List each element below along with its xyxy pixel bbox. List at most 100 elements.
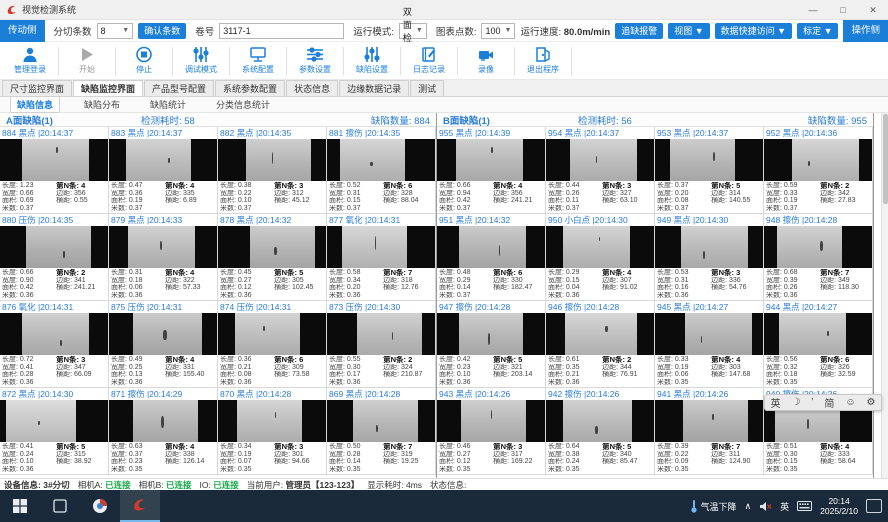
tab-defect-monitor[interactable]: 缺陷监控界面 <box>73 80 143 96</box>
tray-expand-chevron[interactable]: ∧ <box>745 501 752 512</box>
defect-thumbnail[interactable] <box>218 313 326 356</box>
subtab-defect-distribution[interactable]: 缺陷分布 <box>78 97 126 112</box>
admin-login-button[interactable]: 管理登录 <box>4 43 56 79</box>
start-button[interactable] <box>0 490 40 522</box>
defect-thumbnail[interactable] <box>546 400 654 443</box>
defect-thumbnail[interactable] <box>655 226 763 269</box>
taskbar-clock[interactable]: 20:142025/2/10 <box>820 496 858 516</box>
subtab-defect-info[interactable]: 缺陷信息 <box>10 96 60 113</box>
defect-thumbnail[interactable] <box>109 313 217 356</box>
tab-product-model-config[interactable]: 产品型号配置 <box>144 80 214 96</box>
defect-cell[interactable]: 873 压伤 |20:14:30 长度: 0.55 宽度: 0.30 面积: 0… <box>327 301 436 388</box>
defect-thumbnail[interactable] <box>0 226 108 269</box>
defect-cell[interactable]: 955 黑点 |20:14:39 长度: 0.66 宽度: 0.94 面积: 0… <box>437 127 546 214</box>
defect-cell[interactable]: 953 黑点 |20:14:37 长度: 0.37 宽度: 0.20 面积: 0… <box>655 127 764 214</box>
defect-cell[interactable]: 946 擦伤 |20:14:28 长度: 0.61 宽度: 0.35 面积: 0… <box>546 301 655 388</box>
defect-cell[interactable]: 945 黑点 |20:14:27 长度: 0.33 宽度: 0.19 面积: 0… <box>655 301 764 388</box>
defect-thumbnail[interactable] <box>764 313 872 356</box>
defect-thumbnail[interactable] <box>0 139 108 182</box>
keyboard-icon[interactable] <box>797 501 812 511</box>
defect-thumbnail[interactable] <box>655 313 763 356</box>
calibration-menu-button[interactable]: 标定 ▼ <box>797 23 838 39</box>
slit-count-select[interactable]: 8▼ <box>97 23 134 39</box>
operator-side-button[interactable]: 操作侧 <box>843 20 888 42</box>
confirm-count-button[interactable]: 确认条数 <box>138 23 186 39</box>
tab-test[interactable]: 测试 <box>410 80 444 96</box>
vertical-scrollbar[interactable] <box>881 113 888 478</box>
defect-thumbnail[interactable] <box>327 139 435 182</box>
ime-simplified-toggle[interactable]: 简 <box>824 395 834 410</box>
defect-thumbnail[interactable] <box>327 313 435 356</box>
defect-thumbnail[interactable] <box>546 139 654 182</box>
defect-cell[interactable]: 881 擦伤 |20:14:35 长度: 0.52 宽度: 0.31 面积: 0… <box>327 127 436 214</box>
vision-app-button[interactable] <box>120 490 160 522</box>
defect-thumbnail[interactable] <box>327 226 435 269</box>
defect-thumbnail[interactable] <box>437 400 545 443</box>
ime-emoji-icon[interactable]: ☺ <box>845 397 855 408</box>
subtab-class-info-statistics[interactable]: 分类信息统计 <box>210 97 276 112</box>
defect-cell[interactable]: 884 黑点 |20:14:37 长度: 1.23 宽度: 0.66 面积: 0… <box>0 127 109 214</box>
defect-thumbnail[interactable] <box>218 400 326 443</box>
defect-thumbnail[interactable] <box>437 139 545 182</box>
roll-number-input[interactable] <box>219 23 344 39</box>
defect-thumbnail[interactable] <box>655 139 763 182</box>
defect-thumbnail[interactable] <box>218 226 326 269</box>
defect-cell[interactable]: 876 氧化 |20:14:31 长度: 0.72 宽度: 0.41 面积: 0… <box>0 301 109 388</box>
weather-widget[interactable]: 气温下降 <box>690 499 737 513</box>
tab-system-param-config[interactable]: 系统参数配置 <box>215 80 285 96</box>
defect-cell[interactable]: 877 氧化 |20:14:31 长度: 0.58 宽度: 0.34 面积: 0… <box>327 214 436 301</box>
defect-thumbnail[interactable] <box>109 226 217 269</box>
data-quick-access-button[interactable]: 数据快捷访问 ▼ <box>715 23 792 39</box>
defect-thumbnail[interactable] <box>655 400 763 443</box>
stop-button[interactable]: 停止 <box>118 43 170 79</box>
tab-edge-data-record[interactable]: 边缘数据记录 <box>339 80 409 96</box>
browser-app-button[interactable] <box>80 490 120 522</box>
scrollbar-thumb[interactable] <box>883 114 888 204</box>
defect-thumbnail[interactable] <box>437 226 545 269</box>
video-record-button[interactable]: 录像 <box>460 43 512 79</box>
defect-cell[interactable]: 872 黑点 |20:14:30 长度: 0.41 宽度: 0.24 面积: 0… <box>0 388 109 475</box>
ime-punctuation-toggle[interactable]: ’ <box>811 397 813 408</box>
drive-side-button[interactable]: 传动侧 <box>0 20 45 42</box>
defect-thumbnail[interactable] <box>218 139 326 182</box>
task-view-button[interactable] <box>40 490 80 522</box>
defect-thumbnail[interactable] <box>0 313 108 356</box>
ime-halfwidth-moon-icon[interactable]: ☽ <box>791 397 800 408</box>
defect-cell[interactable]: 882 黑点 |20:14:35 长度: 0.38 宽度: 0.22 面积: 0… <box>218 127 327 214</box>
defect-cell[interactable]: 871 擦伤 |20:14:29 长度: 0.63 宽度: 0.37 面积: 0… <box>109 388 218 475</box>
defect-cell[interactable]: 879 黑点 |20:14:33 长度: 0.31 宽度: 0.18 面积: 0… <box>109 214 218 301</box>
chart-points-select[interactable]: 100▼ <box>481 23 515 39</box>
subtab-defect-statistics[interactable]: 缺陷统计 <box>144 97 192 112</box>
defect-cell[interactable]: 944 黑点 |20:14:27 长度: 0.56 宽度: 0.32 面积: 0… <box>764 301 873 388</box>
start-button[interactable]: 开始 <box>61 43 113 79</box>
defect-cell[interactable]: 869 黑点 |20:14:28 长度: 0.50 宽度: 0.28 面积: 0… <box>327 388 436 475</box>
view-menu-button[interactable]: 视图 ▼ <box>668 23 709 39</box>
defect-cell[interactable]: 949 黑点 |20:14:30 长度: 0.53 宽度: 0.31 面积: 0… <box>655 214 764 301</box>
tab-status-info[interactable]: 状态信息 <box>286 80 338 96</box>
defect-thumbnail[interactable] <box>327 400 435 443</box>
ime-settings-gear-icon[interactable]: ⚙ <box>866 397 875 408</box>
run-mode-select[interactable]: 双面检测▼ <box>399 23 427 39</box>
defect-cell[interactable]: 941 黑点 |20:14:26 长度: 0.39 宽度: 0.22 面积: 0… <box>655 388 764 475</box>
defect-cell[interactable]: 870 黑点 |20:14:28 长度: 0.34 宽度: 0.19 面积: 0… <box>218 388 327 475</box>
defect-thumbnail[interactable] <box>546 313 654 356</box>
parameter-settings-button[interactable]: 参数设置 <box>289 43 341 79</box>
defect-cell[interactable]: 880 压伤 |20:14:35 长度: 0.66 宽度: 0.90 面积: 0… <box>0 214 109 301</box>
debug-mode-button[interactable]: 调试模式 <box>175 43 227 79</box>
defect-thumbnail[interactable] <box>437 313 545 356</box>
tab-size-monitor[interactable]: 尺寸监控界面 <box>2 80 72 96</box>
defect-cell[interactable]: 874 压伤 |20:14:31 长度: 0.36 宽度: 0.21 面积: 0… <box>218 301 327 388</box>
defect-thumbnail[interactable] <box>109 400 217 443</box>
defect-thumbnail[interactable] <box>764 139 872 182</box>
defect-alarm-button[interactable]: 追缺报警 <box>615 23 663 39</box>
defect-cell[interactable]: 950 小白点 |20:14:30 长度: 0.29 宽度: 0.15 面积: … <box>546 214 655 301</box>
ime-indicator[interactable]: 英 <box>780 500 789 513</box>
defect-thumbnail[interactable] <box>0 400 108 443</box>
close-icon[interactable]: ✕ <box>858 0 888 20</box>
defect-cell[interactable]: 942 擦伤 |20:14:26 长度: 0.64 宽度: 0.38 面积: 0… <box>546 388 655 475</box>
defect-cell[interactable]: 943 黑点 |20:14:26 长度: 0.46 宽度: 0.27 面积: 0… <box>437 388 546 475</box>
defect-cell[interactable]: 952 黑点 |20:14:36 长度: 0.59 宽度: 0.33 面积: 0… <box>764 127 873 214</box>
defect-thumbnail[interactable] <box>109 139 217 182</box>
defect-cell[interactable]: 883 黑点 |20:14:37 长度: 0.47 宽度: 0.36 面积: 0… <box>109 127 218 214</box>
defect-settings-button[interactable]: 缺陷设置 <box>346 43 398 79</box>
